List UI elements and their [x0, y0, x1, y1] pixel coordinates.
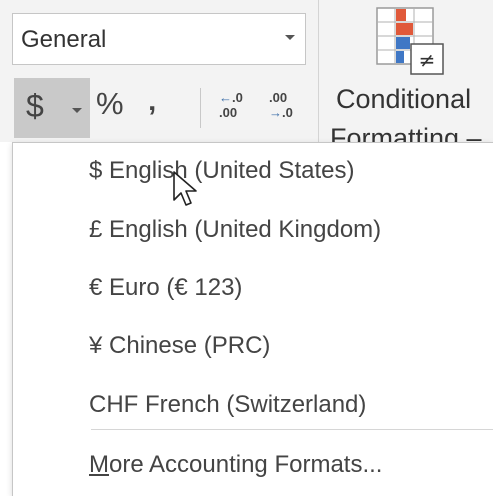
increase-decimal-line1: .0: [232, 90, 243, 105]
conditional-formatting-label[interactable]: Conditional: [336, 84, 471, 115]
increase-decimal-button[interactable]: ←.0 .00: [213, 90, 253, 126]
menu-item-more-accounting-formats[interactable]: More Accounting Formats...: [89, 451, 382, 479]
chevron-down-icon[interactable]: [285, 35, 295, 40]
menu-separator: [91, 429, 493, 430]
menu-item-eur[interactable]: € Euro (€ 123): [89, 274, 242, 302]
accounting-format-menu: $ English (United States) £ English (Uni…: [12, 142, 493, 496]
menu-item-usd[interactable]: $ English (United States): [89, 157, 354, 185]
menu-item-cny[interactable]: ¥ Chinese (PRC): [89, 332, 270, 360]
comma-style-button[interactable]: ‚: [148, 84, 156, 118]
accounting-format-button[interactable]: $: [14, 78, 90, 138]
ribbon-number-group: General $ % ‚ ←.0 .00 .00 →.0 ≠ Conditio…: [0, 0, 493, 153]
accelerator-key: M: [89, 451, 109, 478]
group-divider: [318, 0, 319, 142]
menu-item-gbp[interactable]: £ English (United Kingdom): [89, 216, 381, 244]
arrow-right-icon: →: [269, 105, 282, 120]
number-format-dropdown[interactable]: General: [12, 13, 306, 65]
mouse-pointer-icon: [173, 171, 197, 206]
arrow-left-icon: ←: [219, 90, 232, 105]
svg-text:≠: ≠: [419, 48, 436, 72]
decrease-decimal-line2: .0: [282, 105, 293, 120]
more-formats-label: ore Accounting Formats...: [109, 451, 383, 478]
menu-item-chf[interactable]: CHF French (Switzerland): [89, 391, 366, 419]
chevron-down-icon[interactable]: [72, 108, 82, 113]
accounting-symbol: $: [26, 88, 44, 124]
decrease-decimal-button[interactable]: .00 →.0: [263, 90, 303, 126]
decrease-decimal-line1: .00: [269, 90, 288, 105]
separator: [200, 88, 201, 128]
percent-style-button[interactable]: %: [96, 86, 124, 122]
number-format-value: General: [21, 26, 107, 53]
increase-decimal-line2: .00: [219, 105, 238, 120]
conditional-formatting-icon[interactable]: ≠: [375, 6, 447, 78]
